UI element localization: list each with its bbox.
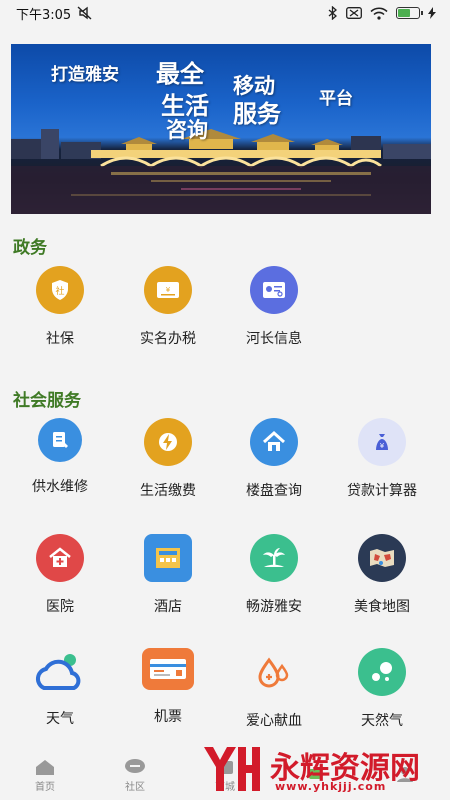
item-label: 贷款计算器 — [347, 483, 417, 499]
watermark: 永辉资源网 www.yhkjjj.com — [200, 742, 440, 796]
watermark-url: www.yhkjjj.com — [275, 780, 387, 793]
service-tax[interactable]: ¥ 实名办税 — [114, 266, 222, 356]
shield-badge-icon: 社 — [36, 266, 84, 314]
item-label: 美食地图 — [354, 599, 410, 615]
item-label: 供水维修 — [32, 479, 88, 495]
service-natural-gas[interactable]: 天然气 — [328, 648, 436, 738]
service-hospital[interactable]: 医院 — [6, 534, 114, 624]
bluetooth-icon — [328, 6, 338, 20]
svg-text:社: 社 — [55, 285, 64, 297]
banner-text-5: 服务 — [233, 100, 281, 128]
item-label: 社保 — [46, 331, 74, 347]
status-time: 下午3:05 — [16, 7, 72, 23]
house-icon — [250, 418, 298, 466]
battery-icon — [396, 7, 423, 19]
service-hotel[interactable]: 酒店 — [114, 534, 222, 624]
money-bag-icon: ¥ — [358, 418, 406, 466]
mute-icon — [77, 6, 93, 20]
map-icon — [358, 534, 406, 582]
service-property-search[interactable]: 楼盘查询 — [220, 418, 328, 508]
gas-bubbles-icon — [358, 648, 406, 696]
item-label: 天然气 — [361, 713, 403, 729]
watermark-logo — [204, 747, 260, 791]
nav-label: 首页 — [35, 781, 55, 793]
id-card-icon — [250, 266, 298, 314]
palm-tree-icon — [250, 534, 298, 582]
service-bill-pay[interactable]: 生活缴费 — [114, 418, 222, 508]
item-label: 生活缴费 — [140, 483, 196, 499]
item-label: 河长信息 — [246, 331, 302, 347]
chat-icon — [125, 758, 145, 773]
banner-text-6: 咨询 — [166, 118, 208, 142]
banner-text-7: 平台 — [319, 89, 353, 109]
service-water-repair[interactable]: 供水维修 — [6, 418, 114, 508]
ticket-icon — [142, 648, 194, 690]
item-label: 实名办税 — [140, 331, 196, 347]
lightning-icon — [144, 418, 192, 466]
banner-text-2: 最全 — [156, 60, 204, 88]
status-bar: 下午3:05 — [0, 0, 450, 26]
hospital-icon — [36, 534, 84, 582]
nav-label: 社区 — [125, 781, 145, 793]
service-weather[interactable]: 天气 — [6, 648, 114, 738]
item-label: 酒店 — [154, 599, 182, 615]
home-icon — [36, 759, 54, 775]
service-social-security[interactable]: 社 社保 — [6, 266, 114, 356]
blood-drop-icon — [250, 648, 298, 696]
charging-icon — [428, 7, 436, 19]
service-travel[interactable]: 畅游雅安 — [220, 534, 328, 624]
sim-icon — [346, 7, 362, 19]
promo-banner[interactable]: 打造雅安 最全 移动 生活 服务 咨询 平台 — [11, 44, 431, 214]
water-repair-icon — [38, 418, 82, 462]
item-label: 机票 — [154, 709, 182, 725]
nav-home[interactable]: 首页 — [0, 758, 90, 793]
svg-text:¥: ¥ — [166, 286, 171, 294]
service-food-map[interactable]: 美食地图 — [328, 534, 436, 624]
wifi-icon — [370, 7, 388, 20]
service-air-ticket[interactable]: 机票 — [114, 648, 222, 738]
service-river-info[interactable]: 河长信息 — [220, 266, 328, 356]
banner-text-1: 打造雅安 — [51, 65, 119, 85]
hotel-icon — [144, 534, 192, 582]
item-label: 楼盘查询 — [246, 483, 302, 499]
section-title-government: 政务 — [13, 238, 47, 258]
svg-text:¥: ¥ — [380, 442, 385, 450]
tax-card-icon: ¥ — [144, 266, 192, 314]
item-label: 医院 — [46, 599, 74, 615]
item-label: 畅游雅安 — [246, 599, 302, 615]
item-label: 天气 — [46, 711, 74, 727]
service-loan-calculator[interactable]: ¥ 贷款计算器 — [328, 418, 436, 508]
service-blood-donation[interactable]: 爱心献血 — [220, 648, 328, 738]
item-label: 爱心献血 — [246, 713, 302, 729]
section-title-social: 社会服务 — [13, 391, 81, 411]
weather-cloud-icon — [32, 648, 88, 696]
nav-community[interactable]: 社区 — [90, 758, 180, 793]
